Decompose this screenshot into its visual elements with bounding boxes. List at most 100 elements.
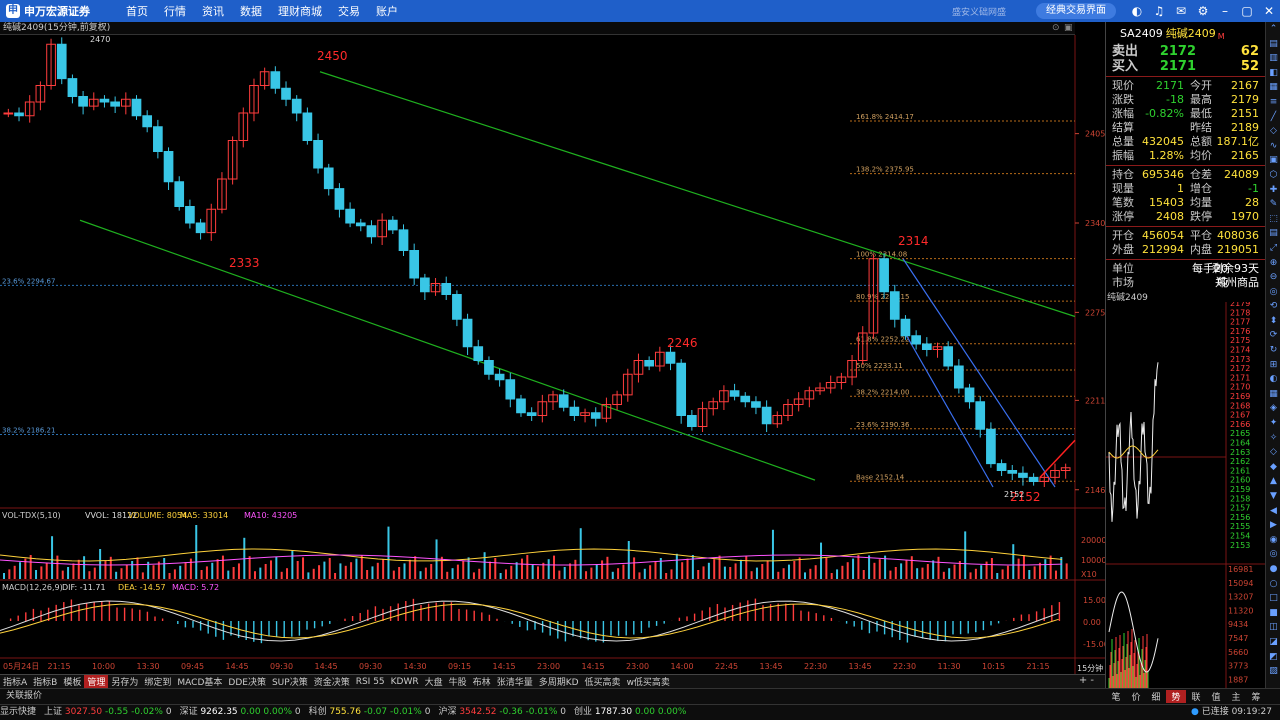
- ticker-item[interactable]: 科创 755.76 -0.07 -0.01% 0: [309, 705, 431, 720]
- drawing-tool-icon[interactable]: ╱: [1266, 110, 1280, 125]
- headset-icon[interactable]: ♫: [1148, 4, 1170, 18]
- drawing-tool-icon[interactable]: ◆: [1266, 460, 1280, 475]
- minimize-icon[interactable]: –: [1214, 4, 1236, 18]
- nav-data[interactable]: 数据: [232, 3, 270, 19]
- drawing-tool-icon[interactable]: ⤢: [1266, 241, 1280, 256]
- drawing-tool-icon[interactable]: ◧: [1266, 66, 1280, 81]
- drawing-tool-icon[interactable]: ⬚: [1266, 212, 1280, 227]
- drawing-tool-icon[interactable]: ⬡: [1266, 168, 1280, 183]
- indicator-tab[interactable]: 大盘: [422, 675, 446, 688]
- indicator-tab[interactable]: 多周期KD: [536, 675, 582, 688]
- drawing-tool-icon[interactable]: ⊞: [1266, 358, 1280, 373]
- drawing-tool-icon[interactable]: ∿: [1266, 139, 1280, 154]
- ticker-item[interactable]: 沪深 3542.52 -0.36 -0.01% 0: [438, 705, 566, 720]
- indicator-tab[interactable]: MACD基本: [174, 675, 225, 688]
- drawing-tool-icon[interactable]: ◐: [1266, 372, 1280, 387]
- drawing-tool-icon[interactable]: ⟳: [1266, 328, 1280, 343]
- drawing-tool-icon[interactable]: ≡: [1266, 95, 1280, 110]
- nav-trade[interactable]: 交易: [330, 3, 368, 19]
- ticker-item[interactable]: 深证 9262.35 0.00 0.00% 0: [180, 705, 301, 720]
- indicator-tab[interactable]: 模板: [60, 675, 84, 688]
- indicator-tab[interactable]: 指标B: [30, 675, 60, 688]
- indicator-tab[interactable]: 牛股: [446, 675, 470, 688]
- nav-news[interactable]: 资讯: [194, 3, 232, 19]
- nav-mall[interactable]: 理财商城: [270, 3, 330, 19]
- drawing-tool-icon[interactable]: ▤: [1266, 226, 1280, 241]
- indicator-tab[interactable]: w低买高卖: [624, 675, 673, 688]
- indicator-tab[interactable]: KDWR: [388, 677, 422, 687]
- chart-settings-icon[interactable]: ⊙: [98, 22, 106, 35]
- skin-icon[interactable]: ◐: [1126, 4, 1148, 18]
- settings-icon[interactable]: ⚙: [1192, 4, 1214, 18]
- drawing-tool-icon[interactable]: ◇: [1266, 445, 1280, 460]
- drawing-tool-icon[interactable]: ◎: [1266, 285, 1280, 300]
- drawing-tool-icon[interactable]: □: [1266, 591, 1280, 606]
- indicator-tab[interactable]: 另存为: [108, 675, 141, 688]
- right-tab[interactable]: 筹: [1246, 690, 1266, 703]
- drawing-tool-icon[interactable]: ◀: [1266, 504, 1280, 519]
- drawing-tool-icon[interactable]: ✎: [1266, 197, 1280, 212]
- indicator-tab[interactable]: RSI 55: [353, 677, 388, 687]
- nav-quotes[interactable]: 行情: [156, 3, 194, 19]
- drawing-tool-icon[interactable]: ▤: [1266, 37, 1280, 52]
- right-tab[interactable]: 联: [1186, 690, 1206, 703]
- drawing-tool-icon[interactable]: ◇: [1266, 124, 1280, 139]
- ticker-item[interactable]: 显示快捷: [0, 705, 36, 720]
- drawing-tool-icon[interactable]: ◪: [1266, 635, 1280, 650]
- close-icon[interactable]: ✕: [1258, 4, 1280, 18]
- drawing-tool-icon[interactable]: ⊖: [1266, 270, 1280, 285]
- drawing-tool-icon[interactable]: ✚: [1266, 183, 1280, 198]
- drawing-tool-icon[interactable]: ✦: [1266, 416, 1280, 431]
- right-tab[interactable]: 笔: [1106, 690, 1126, 703]
- related-quote-label[interactable]: 关联报价: [6, 691, 42, 701]
- intraday-mini-chart[interactable]: 2179217821772176217521742173217221712170…: [1106, 302, 1266, 688]
- drawing-tool-icon[interactable]: ▨: [1266, 664, 1280, 679]
- drawing-tool-icon[interactable]: ◈: [1266, 401, 1280, 416]
- drawing-tool-icon[interactable]: ⊕: [1266, 256, 1280, 271]
- classic-trade-button[interactable]: 经典交易界面: [1036, 3, 1116, 19]
- drawing-tool-icon[interactable]: ▣: [1266, 153, 1280, 168]
- drawing-tool-icon[interactable]: ○: [1266, 577, 1280, 592]
- right-tab[interactable]: 价: [1126, 690, 1146, 703]
- drawing-tool-icon[interactable]: ▶: [1266, 518, 1280, 533]
- right-tab[interactable]: 细: [1146, 690, 1166, 703]
- drawing-tool-icon[interactable]: ●: [1266, 562, 1280, 577]
- right-tab[interactable]: 势: [1166, 690, 1186, 703]
- right-tab[interactable]: 值: [1206, 690, 1226, 703]
- kline-chart[interactable]: 161.8% 2414.17 138.2% 2375.95 100% 2314.08…: [0, 35, 1105, 674]
- drawing-tool-icon[interactable]: ↻: [1266, 343, 1280, 358]
- nav-account[interactable]: 账户: [368, 3, 406, 19]
- right-tab[interactable]: 主: [1226, 690, 1246, 703]
- mail-icon[interactable]: ✉: [1170, 4, 1192, 18]
- drawing-tool-icon[interactable]: ▲: [1266, 474, 1280, 489]
- indicator-tab[interactable]: DDE决策: [225, 675, 269, 688]
- chart-options-icon[interactable]: ⊙: [1052, 22, 1060, 35]
- drawing-tool-icon[interactable]: ▦: [1266, 387, 1280, 402]
- indicator-tab[interactable]: 管理: [84, 675, 109, 688]
- drawing-tool-icon[interactable]: ◉: [1266, 533, 1280, 548]
- drawing-tool-icon[interactable]: ▦: [1266, 80, 1280, 95]
- drawing-tool-icon[interactable]: ▥: [1266, 51, 1280, 66]
- indicator-tab[interactable]: 绑定到: [141, 675, 174, 688]
- drawing-tool-icon[interactable]: ⟲: [1266, 299, 1280, 314]
- drawing-tool-icon[interactable]: ✧: [1266, 431, 1280, 446]
- drawing-tool-icon[interactable]: ■: [1266, 606, 1280, 621]
- drawing-tool-icon[interactable]: ⬍: [1266, 314, 1280, 329]
- chart-grid-icon[interactable]: ▣: [1064, 22, 1073, 35]
- indicator-tab[interactable]: SUP决策: [269, 675, 311, 688]
- indicator-tab[interactable]: 张清华量: [494, 675, 536, 688]
- indicator-tab[interactable]: 指标A: [0, 675, 30, 688]
- nav-home[interactable]: 首页: [118, 3, 156, 19]
- maximize-icon[interactable]: ▢: [1236, 4, 1258, 18]
- drawing-tool-icon[interactable]: ⌃: [1266, 22, 1280, 37]
- drawing-tool-icon[interactable]: ◎: [1266, 547, 1280, 562]
- ticker-item[interactable]: 创业 1787.30 0.00 0.00%: [574, 705, 686, 720]
- zoom-controls[interactable]: + -: [1076, 675, 1097, 686]
- indicator-tab[interactable]: 低买高卖: [582, 675, 624, 688]
- drawing-tool-icon[interactable]: ▼: [1266, 489, 1280, 504]
- indicator-tab[interactable]: 布林: [470, 675, 494, 688]
- indicator-tab[interactable]: 资金决策: [311, 675, 353, 688]
- ticker-item[interactable]: 上证 3027.50 -0.55 -0.02% 0: [44, 705, 172, 720]
- drawing-tool-icon[interactable]: ◫: [1266, 620, 1280, 635]
- drawing-tool-icon[interactable]: ◩: [1266, 650, 1280, 665]
